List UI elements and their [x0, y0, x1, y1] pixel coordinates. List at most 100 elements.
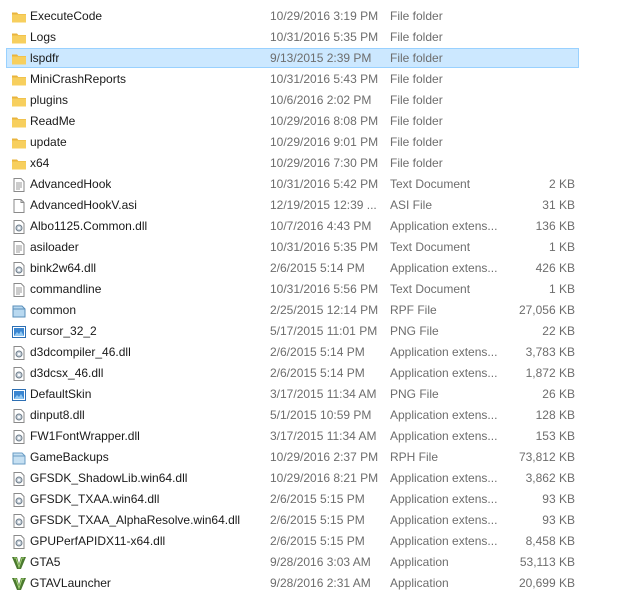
file-date-modified: 2/6/2015 5:15 PM	[270, 513, 365, 527]
file-type: Application extens...	[390, 513, 498, 527]
file-row-plugins[interactable]: plugins 10/6/2016 2:02 PM File folder	[6, 90, 579, 110]
file-size: 3,862 KB	[525, 471, 575, 485]
file-type: File folder	[390, 156, 443, 170]
file-size: 8,458 KB	[525, 534, 575, 548]
file-size: 1 KB	[548, 240, 575, 254]
file-row-asiloader[interactable]: asiloader 10/31/2016 5:35 PM Text Docume…	[6, 237, 579, 257]
folder-icon	[11, 156, 27, 172]
file-row-gfsdk-shadowlib-win64-dll[interactable]: GFSDK_ShadowLib.win64.dll 10/29/2016 8:2…	[6, 468, 579, 488]
file-row-executecode[interactable]: ExecuteCode 10/29/2016 3:19 PM File fold…	[6, 6, 579, 26]
dll-file-icon	[11, 366, 27, 382]
file-row-bink2w64-dll[interactable]: bink2w64.dll 2/6/2015 5:14 PM Applicatio…	[6, 258, 579, 278]
file-row-albo1125-common-dll[interactable]: Albo1125.Common.dll 10/7/2016 4:43 PM Ap…	[6, 216, 579, 236]
file-type: File folder	[390, 135, 443, 149]
file-size: 93 KB	[542, 513, 575, 527]
file-row-logs[interactable]: Logs 10/31/2016 5:35 PM File folder	[6, 27, 579, 47]
file-name: GTAVLauncher	[30, 576, 111, 590]
file-size: 22 KB	[542, 324, 575, 338]
file-name: Albo1125.Common.dll	[30, 219, 148, 233]
file-date-modified: 9/13/2015 2:39 PM	[270, 51, 372, 65]
file-row-gtavlauncher[interactable]: GTAVLauncher 9/28/2016 2:31 AM Applicati…	[6, 573, 579, 593]
file-type: ASI File	[390, 198, 433, 212]
text-document-icon	[11, 240, 27, 256]
file-size: 73,812 KB	[518, 450, 575, 464]
file-row-dinput8-dll[interactable]: dinput8.dll 5/1/2015 10:59 PM Applicatio…	[6, 405, 579, 425]
dll-file-icon	[11, 408, 27, 424]
folder-icon	[11, 93, 27, 109]
file-row-gamebackups[interactable]: GameBackups 10/29/2016 2:37 PM RPH File …	[6, 447, 579, 467]
text-document-icon	[11, 177, 27, 193]
file-date-modified: 10/29/2016 3:19 PM	[270, 9, 379, 23]
dll-file-icon	[11, 429, 27, 445]
file-row-gfsdk-txaa-alpharesolve-win64-dll[interactable]: GFSDK_TXAA_AlphaResolve.win64.dll 2/6/20…	[6, 510, 579, 530]
file-date-modified: 10/29/2016 7:30 PM	[270, 156, 379, 170]
file-date-modified: 10/29/2016 8:08 PM	[270, 114, 379, 128]
file-size: 153 KB	[535, 429, 575, 443]
file-row-x64[interactable]: x64 10/29/2016 7:30 PM File folder	[6, 153, 579, 173]
png-image-icon	[11, 387, 27, 403]
file-type: File folder	[390, 114, 443, 128]
file-row-common[interactable]: common 2/25/2015 12:14 PM RPF File 27,05…	[6, 300, 579, 320]
file-size: 426 KB	[535, 261, 575, 275]
rpf-file-icon	[11, 303, 27, 319]
file-name: DefaultSkin	[30, 387, 92, 401]
file-type: Application extens...	[390, 261, 498, 275]
file-type: Application extens...	[390, 366, 498, 380]
file-name: common	[30, 303, 77, 317]
file-size: 93 KB	[542, 492, 575, 506]
file-row-lspdfr[interactable]: lspdfr 9/13/2015 2:39 PM File folder	[6, 48, 579, 68]
file-date-modified: 2/6/2015 5:15 PM	[270, 534, 365, 548]
file-date-modified: 10/31/2016 5:43 PM	[270, 72, 379, 86]
file-date-modified: 3/17/2015 11:34 AM	[270, 387, 377, 401]
file-date-modified: 10/29/2016 2:37 PM	[270, 450, 379, 464]
dll-file-icon	[11, 492, 27, 508]
file-date-modified: 3/17/2015 11:34 AM	[270, 429, 377, 443]
file-date-modified: 2/6/2015 5:14 PM	[270, 366, 365, 380]
file-row-readme[interactable]: ReadMe 10/29/2016 8:08 PM File folder	[6, 111, 579, 131]
file-row-update[interactable]: update 10/29/2016 9:01 PM File folder	[6, 132, 579, 152]
file-row-defaultskin[interactable]: DefaultSkin 3/17/2015 11:34 AM PNG File …	[6, 384, 579, 404]
file-row-cursor-32-2[interactable]: cursor_32_2 5/17/2015 11:01 PM PNG File …	[6, 321, 579, 341]
file-type: File folder	[390, 72, 443, 86]
file-row-gta5[interactable]: GTA5 9/28/2016 3:03 AM Application 53,11…	[6, 552, 579, 572]
file-type: RPF File	[390, 303, 437, 317]
file-date-modified: 9/28/2016 2:31 AM	[270, 576, 371, 590]
file-row-advancedhook[interactable]: AdvancedHook 10/31/2016 5:42 PM Text Doc…	[6, 174, 579, 194]
file-type: Text Document	[390, 282, 471, 296]
file-name: plugins	[30, 93, 69, 107]
file-row-gfsdk-txaa-win64-dll[interactable]: GFSDK_TXAA.win64.dll 2/6/2015 5:15 PM Ap…	[6, 489, 579, 509]
file-name: GTA5	[30, 555, 61, 569]
file-row-fw1fontwrapper-dll[interactable]: FW1FontWrapper.dll 3/17/2015 11:34 AM Ap…	[6, 426, 579, 446]
file-row-minicrashreports[interactable]: MiniCrashReports 10/31/2016 5:43 PM File…	[6, 69, 579, 89]
file-row-advancedhookv-asi[interactable]: AdvancedHookV.asi 12/19/2015 12:39 ... A…	[6, 195, 579, 215]
file-name: GFSDK_TXAA_AlphaResolve.win64.dll	[30, 513, 241, 527]
file-size: 3,783 KB	[525, 345, 575, 359]
file-name: x64	[30, 156, 50, 170]
file-size: 26 KB	[542, 387, 575, 401]
file-type: File folder	[390, 9, 443, 23]
file-type: Application extens...	[390, 408, 498, 422]
file-row-gpuperfapidx11-x64-dll[interactable]: GPUPerfAPIDX11-x64.dll 2/6/2015 5:15 PM …	[6, 531, 579, 551]
file-name: FW1FontWrapper.dll	[30, 429, 140, 443]
file-size: 136 KB	[535, 219, 575, 233]
folder-icon	[11, 51, 27, 67]
file-row-d3dcompiler-46-dll[interactable]: d3dcompiler_46.dll 2/6/2015 5:14 PM Appl…	[6, 342, 579, 362]
gta-v-app-icon	[11, 555, 27, 571]
png-image-icon	[11, 324, 27, 340]
file-type: File folder	[390, 30, 443, 44]
file-row-commandline[interactable]: commandline 10/31/2016 5:56 PM Text Docu…	[6, 279, 579, 299]
file-date-modified: 5/1/2015 10:59 PM	[270, 408, 372, 422]
file-name: MiniCrashReports	[30, 72, 127, 86]
file-date-modified: 10/31/2016 5:35 PM	[270, 240, 379, 254]
file-date-modified: 10/31/2016 5:56 PM	[270, 282, 379, 296]
file-type: Text Document	[390, 177, 471, 191]
gta-v-app-icon	[11, 576, 27, 592]
file-type: Application extens...	[390, 534, 498, 548]
file-size: 20,699 KB	[518, 576, 575, 590]
folder-icon	[11, 30, 27, 46]
file-name: bink2w64.dll	[30, 261, 97, 275]
file-name: asiloader	[30, 240, 79, 254]
dll-file-icon	[11, 513, 27, 529]
file-row-d3dcsx-46-dll[interactable]: d3dcsx_46.dll 2/6/2015 5:14 PM Applicati…	[6, 363, 579, 383]
folder-icon	[11, 114, 27, 130]
